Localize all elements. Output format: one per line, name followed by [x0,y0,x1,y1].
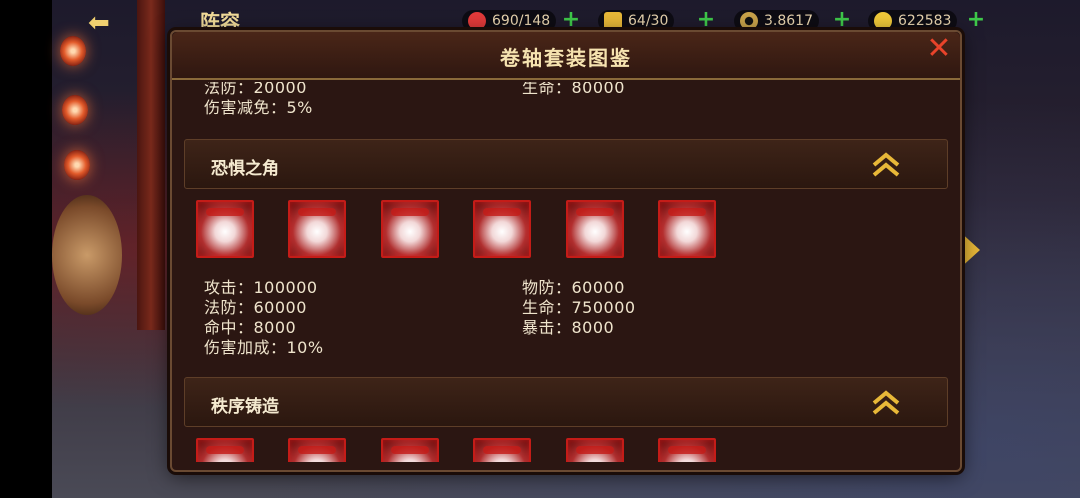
scroll-set-catalog-panel: 卷轴套装图鉴 ✕ 法防：20000 伤害减免：5% 生命：80000 恐惧之角 … [170,30,962,472]
add-coins-button[interactable]: + [832,9,852,31]
scroll-item[interactable] [196,438,254,462]
gold-ingot-icon [874,12,892,30]
close-icon[interactable]: ✕ [924,34,954,64]
gold-display: 622583 [868,10,958,32]
scroll-item[interactable] [658,438,716,462]
add-stamina-button[interactable]: + [561,9,581,31]
panel-content[interactable]: 法防：20000 伤害减免：5% 生命：80000 恐惧之角 攻击：100000… [184,82,950,462]
scroll-item[interactable] [288,200,346,258]
stamina-value: 690/148 [492,13,551,29]
scroll-item[interactable] [473,200,531,258]
drum [52,195,122,315]
scroll-item[interactable] [288,438,346,462]
panel-header: 卷轴套装图鉴 ✕ [172,32,960,80]
panel-title: 卷轴套装图鉴 [500,46,632,70]
add-energy-button[interactable]: + [696,9,716,31]
stamina-display: 690/148 [462,10,557,32]
stat-line: 生命：80000 [522,82,625,97]
scroll-item[interactable] [381,438,439,462]
lantern-icon [60,36,86,66]
coin-icon [740,12,758,30]
set-name: 秩序铸造 [211,397,279,417]
coins-value: 3.8617 [764,13,813,29]
scroll-item[interactable] [381,200,439,258]
energy-value: 64/30 [628,13,669,29]
add-gold-button[interactable]: + [966,9,986,31]
left-edge [0,0,52,498]
scroll-item[interactable] [566,438,624,462]
heart-icon [468,12,486,30]
scroll-item[interactable] [473,438,531,462]
back-arrow-icon[interactable]: ⬅ [88,8,110,38]
pillar [137,0,165,330]
stat-line: 伤害减免：5% [204,98,313,117]
gold-value: 622583 [898,13,952,29]
stat-line: 伤害加成：10% [204,338,324,357]
energy-display: 64/30 [598,10,675,32]
stat-line: 暴击：8000 [522,318,615,337]
collapse-chevron-icon[interactable] [871,152,901,178]
coins-display: 3.8617 [734,10,819,32]
scroll-item[interactable] [658,200,716,258]
scroll-item[interactable] [196,200,254,258]
set-header-order-forge[interactable]: 秩序铸造 [184,377,948,427]
set-header-fear-horn[interactable]: 恐惧之角 [184,139,948,189]
energy-icon [604,12,622,30]
scroll-item[interactable] [566,200,624,258]
lantern-icon [64,150,90,180]
lantern-icon [62,95,88,125]
collapse-chevron-icon[interactable] [871,390,901,416]
set-name: 恐惧之角 [211,159,279,179]
